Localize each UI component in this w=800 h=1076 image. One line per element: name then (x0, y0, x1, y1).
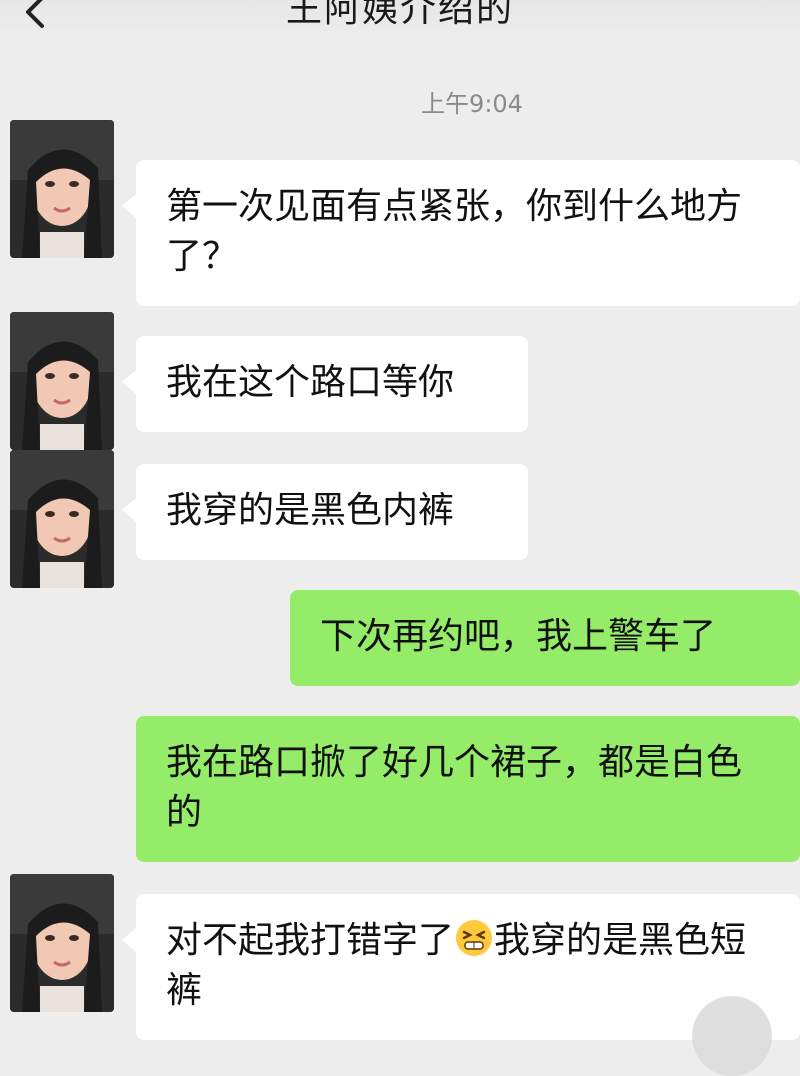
incoming-message[interactable]: 第一次见面有点紧张，你到什么地方了？ (122, 160, 800, 306)
chat-title: 王阿姨介绍的 (285, 0, 514, 30)
scroll-to-bottom-button[interactable] (692, 996, 772, 1076)
outgoing-message[interactable]: 下次再约吧，我上警车了 (290, 590, 800, 686)
message-text-part: 对不起我打错字了 (166, 920, 455, 961)
contact-avatar[interactable] (10, 120, 114, 258)
contact-avatar[interactable] (10, 450, 114, 588)
outgoing-message[interactable]: 我在路口掀了好几个裙子，都是白色的 (136, 716, 800, 862)
incoming-message[interactable]: 我穿的是黑色内裤 (122, 464, 528, 560)
chat-header: 王阿姨介绍的 (0, 0, 800, 40)
message-timestamp: 上午9:04 (421, 90, 523, 118)
incoming-message[interactable]: 我在这个路口等你 (122, 336, 528, 432)
contact-avatar[interactable] (10, 874, 114, 1012)
contact-avatar[interactable] (10, 312, 114, 450)
grimace-emoji-icon (456, 920, 493, 956)
